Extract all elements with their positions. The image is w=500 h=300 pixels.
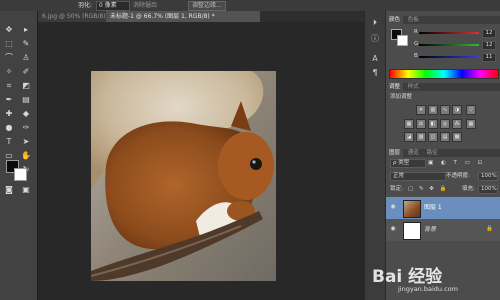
brush-tool-icon[interactable]: ✎ <box>20 39 32 49</box>
layer-row-layer1[interactable]: ◉ 图层 1 <box>386 197 500 219</box>
tab-paths[interactable]: 路径 <box>424 150 441 156</box>
eye-icon[interactable]: ◉ <box>389 225 397 233</box>
add-adjustment-label: 添加调整 <box>390 94 413 100</box>
squirrel-photo-canvas[interactable] <box>91 71 276 281</box>
eyedropper-tool-icon[interactable]: ✒ <box>3 95 15 105</box>
gradient-tool-icon[interactable]: ▤ <box>20 95 32 105</box>
layer-thumbnail <box>403 222 421 240</box>
selective-color-icon[interactable]: ▩ <box>452 132 462 142</box>
toolbox: ✥ ▸ ⬚ ✎ ⌒ ♙ ✧ ✐ ⌗ ◩ ✒ ▤ ✚ ◆ ● ✑ T ➤ ▭ ✋ … <box>0 11 38 300</box>
lock-label: 锁定: <box>390 186 403 192</box>
watermark-brand: Bai 经验 <box>372 267 443 287</box>
layer-name[interactable]: 背景 <box>424 225 436 234</box>
color-balance-icon[interactable]: ⚖ <box>416 119 426 129</box>
layer-kind-filter[interactable]: ρ 类型 <box>390 159 426 168</box>
color-spectrum-ramp[interactable] <box>389 69 499 79</box>
antialias-checkbox[interactable]: 消除锯齿 <box>133 1 157 10</box>
posterize-adjust-icon[interactable]: ▨ <box>416 132 426 142</box>
hue-adjust-icon[interactable]: ▦ <box>404 119 414 129</box>
lock-icons[interactable]: ▢ ✎ ✥ 🔒 <box>408 185 449 193</box>
tab-channels[interactable]: 通道 <box>405 150 422 156</box>
document-tab-bar: 6.jpg @ 50% (RGB/8) * 未标题-1 @ 66.7% (图层 … <box>38 11 364 22</box>
photo-filter-icon[interactable]: ◎ <box>440 119 450 129</box>
move-tool-icon[interactable]: ✥ <box>3 25 15 35</box>
tab-swatches[interactable]: 色板 <box>405 17 422 23</box>
color-panel-tabs: 颜色 色板 <box>386 16 500 24</box>
screen-mode-icon[interactable]: ▣ <box>20 185 32 195</box>
crop-tool-icon[interactable]: ⌗ <box>3 81 15 91</box>
tab-document-6jpg[interactable]: 6.jpg @ 50% (RGB/8) * <box>38 11 112 22</box>
dodge-tool-icon[interactable]: ● <box>3 123 15 133</box>
tab-document-untitled[interactable]: 未标题-1 @ 66.7% (图层 1, RGB/8) * <box>106 11 260 22</box>
panel-dock-icons: ⏵ ⓘ A ¶ <box>365 11 386 300</box>
threshold-adjust-icon[interactable]: ◫ <box>428 132 438 142</box>
stamp-tool-icon[interactable]: ♙ <box>20 53 32 63</box>
history-brush-icon[interactable]: ✐ <box>20 67 32 77</box>
tab-adjustments[interactable]: 调整 <box>386 83 404 91</box>
opacity-input[interactable]: 100% <box>478 172 498 181</box>
fill-label: 填充: <box>462 186 475 192</box>
color-lookup-icon[interactable]: ▦ <box>466 119 476 129</box>
adjust-panel-tabs: 调整 样式 <box>386 83 500 91</box>
green-slider[interactable]: G 12 <box>414 41 496 50</box>
tab-styles[interactable]: 样式 <box>405 84 422 90</box>
tab-layers[interactable]: 图层 <box>386 149 404 157</box>
hand-tool-icon[interactable]: ✋ <box>20 151 32 161</box>
lasso-tool-icon[interactable]: ⌒ <box>3 53 15 63</box>
blur-tool-icon[interactable]: ◆ <box>20 109 32 119</box>
lock-icon: 🔒 <box>486 226 493 232</box>
character-panel-icon[interactable]: A <box>369 53 381 65</box>
tab-color[interactable]: 颜色 <box>386 16 404 24</box>
bw-adjust-icon[interactable]: ◧ <box>428 119 438 129</box>
info-panel-icon[interactable]: ⓘ <box>369 33 381 45</box>
path-select-icon[interactable]: ➤ <box>20 137 32 147</box>
color-bg-swatch[interactable] <box>397 35 408 46</box>
pen-tool-icon[interactable]: ✑ <box>20 123 32 133</box>
layer-filter-icons[interactable]: ▣ ◐ T ▭ ⊡ <box>428 159 485 167</box>
eraser-tool-icon[interactable]: ◩ <box>20 81 32 91</box>
watermark-url: jingyan.baidu.com <box>398 285 458 293</box>
layer-thumbnail <box>403 200 421 218</box>
exposure-adjust-icon[interactable]: ◑ <box>452 105 462 115</box>
type-tool-icon[interactable]: T <box>3 137 15 147</box>
channel-mixer-icon[interactable]: ⁂ <box>452 119 462 129</box>
gradient-map-icon[interactable]: ▤ <box>440 132 450 142</box>
paragraph-panel-icon[interactable]: ¶ <box>369 67 381 79</box>
levels-adjust-icon[interactable]: ▥ <box>428 105 438 115</box>
eye-icon[interactable]: ◉ <box>389 203 397 211</box>
refine-edge-button[interactable]: 调整边缘... <box>188 1 226 11</box>
marquee-tool-icon[interactable]: ⬚ <box>3 39 15 49</box>
quick-select-tool-icon[interactable]: ✧ <box>3 67 15 77</box>
feather-input[interactable]: 0 像素 <box>96 1 130 11</box>
background-color-swatch[interactable] <box>14 168 27 181</box>
history-panel-icon[interactable]: ⏵ <box>369 17 381 29</box>
blend-mode-select[interactable]: 正常 <box>390 172 446 181</box>
feather-label: 羽化: <box>78 2 93 9</box>
quick-mask-icon[interactable]: ◙ <box>3 185 15 195</box>
blue-slider[interactable]: B 11 <box>414 53 496 62</box>
vibrance-adjust-icon[interactable]: ▽ <box>466 105 476 115</box>
curves-adjust-icon[interactable]: ∿ <box>440 105 450 115</box>
layers-panel-tabs: 图层 通道 路径 <box>386 149 500 157</box>
fill-input[interactable]: 100% <box>478 185 498 194</box>
layer-name[interactable]: 图层 1 <box>424 203 442 212</box>
right-panels: 颜色 色板 R 12 G 12 B 11 调整 样式 添加调整 ☀ ▥ ∿ ◑ … <box>386 11 500 300</box>
selection-arrow-icon[interactable]: ▸ <box>20 25 32 35</box>
healing-tool-icon[interactable]: ✚ <box>3 109 15 119</box>
opacity-label: 不透明度: <box>446 173 470 179</box>
red-slider[interactable]: R 12 <box>414 29 496 38</box>
brightness-adjust-icon[interactable]: ☀ <box>416 105 426 115</box>
invert-adjust-icon[interactable]: ◪ <box>404 132 414 142</box>
layer-row-background[interactable]: ◉ 背景 🔒 <box>386 219 500 241</box>
